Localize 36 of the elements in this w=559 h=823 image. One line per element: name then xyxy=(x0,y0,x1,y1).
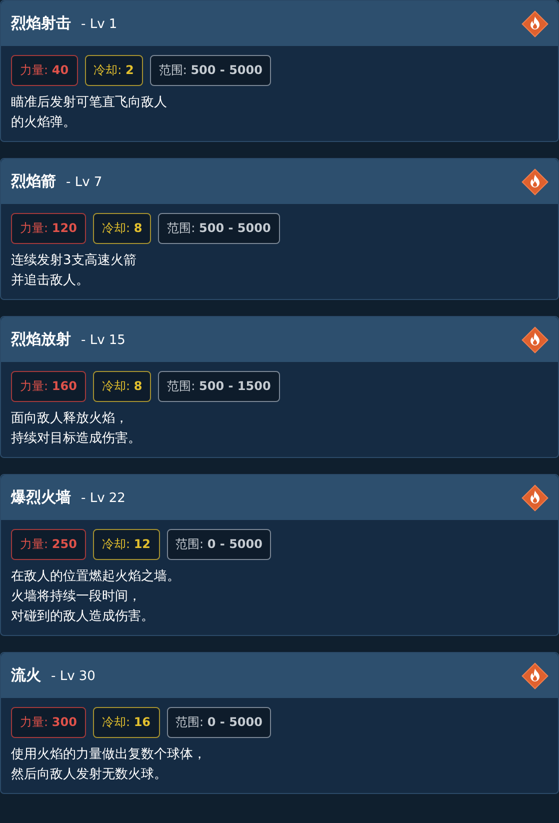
description-line: 瞄准后发射可笔直飞向敌人 xyxy=(11,94,167,112)
stat-badge: 冷却: 8 xyxy=(92,213,152,244)
skill-name: 烈焰射击 xyxy=(11,14,71,33)
stat-badge: 范围: 0 - 5000 xyxy=(166,707,272,738)
stat-badge: 范围: 500 - 1500 xyxy=(158,371,280,402)
description-line: 持续对目标造成伤害。 xyxy=(11,430,141,448)
description-line: 对碰到的敌人造成伤害。 xyxy=(11,608,154,626)
stat-badge: 力量: 160 xyxy=(11,371,86,402)
skill-level: - Lv 15 xyxy=(81,333,126,348)
stat-badge: 力量: 120 xyxy=(11,213,86,244)
stat-badge: 力量: 300 xyxy=(11,707,86,738)
skill-name: 流火 xyxy=(11,666,41,685)
description-line: 连续发射3支高速火箭 xyxy=(11,252,136,270)
stat-badge: 范围: 500 - 5000 xyxy=(150,55,272,86)
description-line: 使用火焰的力量做出复数个球体， xyxy=(11,746,206,764)
skill-name: 烈焰放射 xyxy=(11,330,71,349)
description-line: 火墙将持续一段时间， xyxy=(11,588,141,606)
description-line: 的火焰弹。 xyxy=(11,114,76,132)
skill-level: - Lv 7 xyxy=(66,175,102,190)
stat-badge: 力量: 250 xyxy=(11,529,86,560)
skill-name: 爆烈火墙 xyxy=(11,488,71,507)
description-line: 并追击敌人。 xyxy=(11,272,89,290)
description-line: 面向敌人释放火焰， xyxy=(11,410,128,428)
skill-level: - Lv 30 xyxy=(51,669,96,684)
stat-badge: 力量: 40 xyxy=(11,55,78,86)
stat-badge: 冷却: 8 xyxy=(92,371,152,402)
description-line: 然后向敌人发射无数火球。 xyxy=(11,766,167,784)
skill-name: 烈焰箭 xyxy=(11,172,56,191)
skill-level: - Lv 22 xyxy=(81,491,126,506)
stat-badge: 冷却: 2 xyxy=(84,55,143,86)
stat-badge: 范围: 0 - 5000 xyxy=(166,529,272,560)
description-line: 在敌人的位置燃起火焰之墙。 xyxy=(11,568,180,586)
stat-badge: 范围: 500 - 5000 xyxy=(158,213,280,244)
skill-level: - Lv 1 xyxy=(81,17,118,32)
stat-badge: 冷却: 16 xyxy=(92,707,160,738)
stat-badge: 冷却: 12 xyxy=(92,529,160,560)
